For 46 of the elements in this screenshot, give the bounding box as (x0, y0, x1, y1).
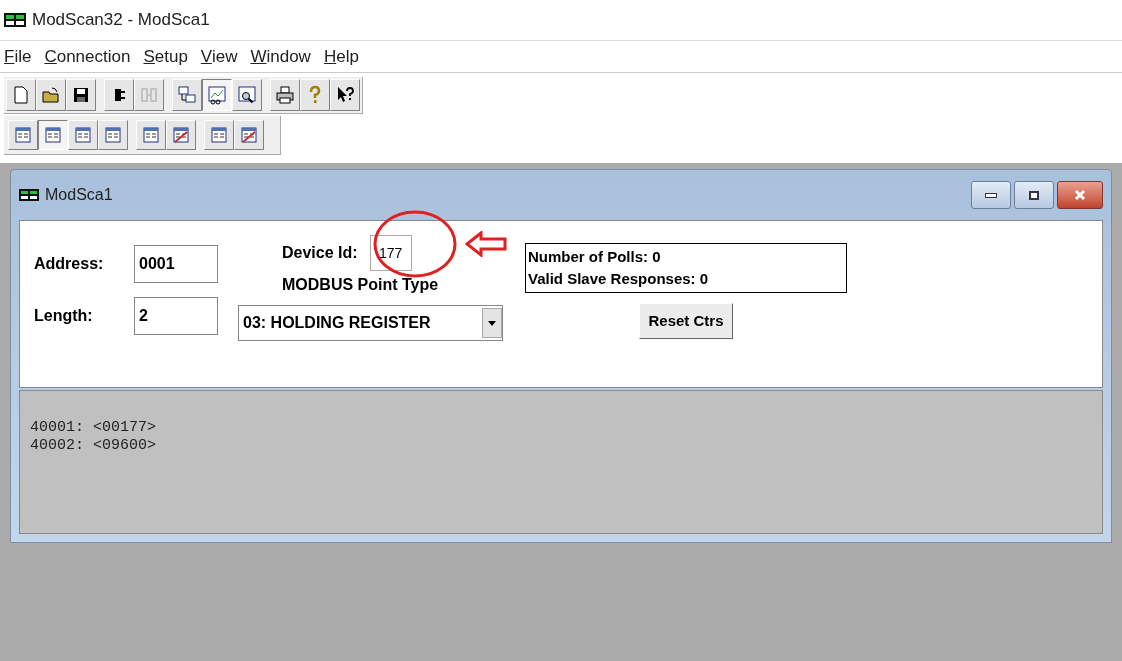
address-label: Address: (34, 254, 105, 274)
length-label: Length: (34, 306, 94, 326)
point-type-label: MODBUS Point Type (281, 275, 440, 295)
point-type-dropdown[interactable]: 03: HOLDING REGISTER (238, 305, 503, 341)
close-icon (1074, 189, 1086, 201)
menu-item[interactable]: Setup (143, 43, 188, 70)
menu-item[interactable]: Window (250, 43, 311, 70)
minimize-button[interactable] (971, 181, 1011, 209)
data-format-icon (211, 127, 227, 143)
counter-text: Number of Polls: 0 (528, 247, 662, 267)
menu-item[interactable]: View (200, 43, 238, 70)
device-id-field[interactable]: 177 (369, 235, 412, 271)
plug-icon (139, 85, 159, 105)
annotation-arrow-icon (465, 231, 507, 257)
reset-counters-button[interactable]: Reset Ctrs (639, 303, 733, 339)
new-document-icon (11, 85, 31, 105)
data-format-icon (45, 127, 61, 143)
register-value: 40002: <09600> (30, 437, 158, 455)
toolbar-button[interactable] (202, 79, 232, 111)
app-icon (4, 13, 26, 27)
menu-item[interactable]: File (4, 43, 32, 70)
window-icon (19, 189, 39, 201)
data-format-icon (75, 127, 91, 143)
maximize-button[interactable] (1014, 181, 1054, 209)
child-window-title: ModSca1 (45, 185, 113, 205)
counter-text: Valid Slave Responses: 0 (528, 269, 710, 289)
device-id-label: Device Id: (282, 243, 358, 263)
data-format-icon (241, 127, 257, 143)
magnifier-window-icon (237, 85, 257, 105)
menu-item[interactable]: Connection (44, 43, 131, 70)
dropdown-arrow-icon (488, 320, 496, 326)
window-tree-icon (177, 85, 197, 105)
data-format-icon (15, 127, 31, 143)
close-button[interactable] (1057, 181, 1103, 209)
length-field[interactable]: 2 (134, 297, 218, 335)
chart-window-icon (207, 85, 227, 105)
printer-icon (275, 85, 295, 105)
data-format-icon (143, 127, 159, 143)
data-format-icon (173, 127, 189, 143)
folder-icon (41, 85, 61, 105)
pointer-question-icon (335, 85, 355, 105)
address-field[interactable]: 0001 (134, 245, 218, 283)
data-format-icon (105, 127, 121, 143)
window-title: ModScan32 - ModSca1 (32, 9, 210, 32)
menu-item[interactable]: Help (323, 43, 359, 70)
register-value: 40001: <00177> (30, 419, 158, 437)
